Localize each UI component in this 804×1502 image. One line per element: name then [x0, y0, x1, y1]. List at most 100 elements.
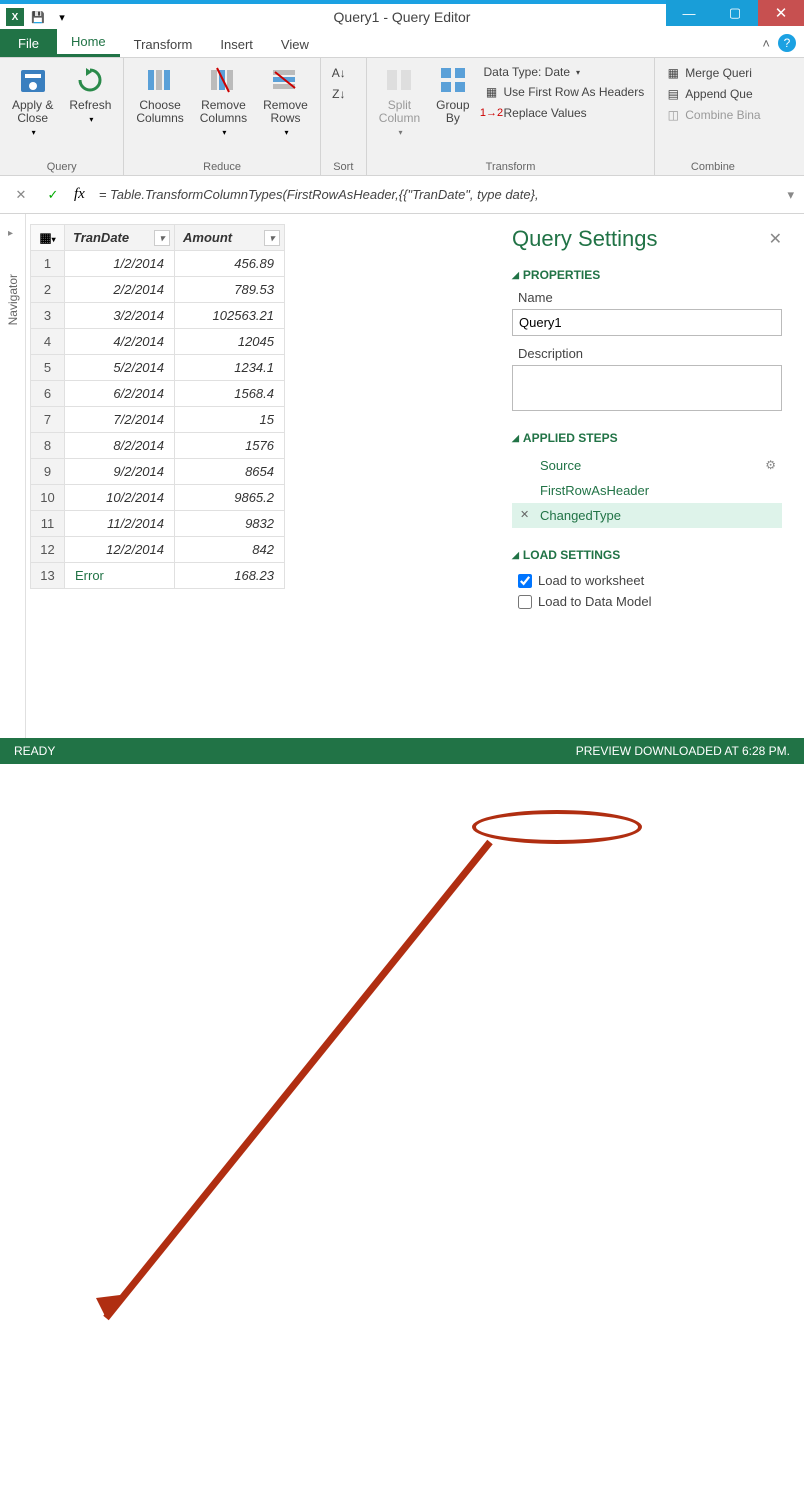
cell[interactable]: 168.23 — [175, 563, 285, 589]
formula-expand-icon[interactable]: ▾ — [787, 187, 794, 203]
merge-queries-button[interactable]: ▦Merge Queri — [663, 64, 762, 82]
table-row[interactable]: 1010/2/20149865.2 — [31, 485, 285, 511]
file-tab[interactable]: File — [0, 29, 57, 57]
cell[interactable]: 4/2/2014 — [65, 329, 175, 355]
row-number[interactable]: 10 — [31, 485, 65, 511]
gear-icon[interactable]: ⚙ — [765, 458, 776, 472]
properties-header[interactable]: ◢ PROPERTIES — [512, 268, 782, 282]
table-row[interactable]: 1212/2/2014842 — [31, 537, 285, 563]
view-tab[interactable]: View — [267, 32, 323, 57]
combine-binaries-button[interactable]: ◫Combine Bina — [663, 106, 762, 124]
cell[interactable]: 10/2/2014 — [65, 485, 175, 511]
sort-desc-button[interactable]: Z↓ — [329, 85, 349, 103]
row-number[interactable]: 1 — [31, 251, 65, 277]
load-worksheet-row[interactable]: Load to worksheet — [512, 570, 782, 591]
row-number[interactable]: 7 — [31, 407, 65, 433]
cell[interactable]: 15 — [175, 407, 285, 433]
table-row[interactable]: 99/2/20148654 — [31, 459, 285, 485]
formula-input[interactable] — [95, 183, 778, 206]
load-settings-header[interactable]: ◢ LOAD SETTINGS — [512, 548, 782, 562]
row-number[interactable]: 11 — [31, 511, 65, 537]
row-number[interactable]: 4 — [31, 329, 65, 355]
first-row-headers-button[interactable]: ▦ Use First Row As Headers — [482, 83, 647, 101]
table-row[interactable]: 77/2/201415 — [31, 407, 285, 433]
row-number[interactable]: 3 — [31, 303, 65, 329]
close-button[interactable]: ✕ — [758, 0, 804, 26]
insert-tab[interactable]: Insert — [206, 32, 267, 57]
cell[interactable]: 1576 — [175, 433, 285, 459]
table-row[interactable]: 13Error168.23 — [31, 563, 285, 589]
applied-steps-header[interactable]: ◢ APPLIED STEPS — [512, 431, 782, 445]
cell[interactable]: 8/2/2014 — [65, 433, 175, 459]
description-input[interactable] — [512, 365, 782, 411]
sort-asc-button[interactable]: A↓ — [329, 64, 349, 82]
transform-tab[interactable]: Transform — [120, 32, 207, 57]
cell[interactable]: 11/2/2014 — [65, 511, 175, 537]
cell[interactable]: 12/2/2014 — [65, 537, 175, 563]
cell[interactable]: 842 — [175, 537, 285, 563]
column-header-trandate[interactable]: TranDate▾ — [65, 225, 175, 251]
load-worksheet-checkbox[interactable] — [518, 574, 532, 588]
row-number[interactable]: 5 — [31, 355, 65, 381]
query-name-input[interactable] — [512, 309, 782, 336]
maximize-button[interactable]: ▢ — [712, 0, 758, 26]
data-type-dropdown[interactable]: Data Type: Date ▾ — [482, 64, 647, 80]
table-row[interactable]: 33/2/2014102563.21 — [31, 303, 285, 329]
split-column-button[interactable]: Split Column ▾ — [375, 62, 424, 159]
append-queries-button[interactable]: ▤Append Que — [663, 85, 762, 103]
table-row[interactable]: 1111/2/20149832 — [31, 511, 285, 537]
cell[interactable]: 1/2/2014 — [65, 251, 175, 277]
cell[interactable]: 9/2/2014 — [65, 459, 175, 485]
choose-columns-button[interactable]: Choose Columns — [132, 62, 187, 159]
home-tab[interactable]: Home — [57, 29, 120, 57]
cell[interactable]: Error — [65, 563, 175, 589]
row-number[interactable]: 6 — [31, 381, 65, 407]
remove-columns-button[interactable]: Remove Columns ▾ — [196, 62, 251, 159]
column-filter-icon[interactable]: ▾ — [264, 230, 280, 246]
cell[interactable]: 1234.1 — [175, 355, 285, 381]
table-row[interactable]: 88/2/20141576 — [31, 433, 285, 459]
table-row[interactable]: 55/2/20141234.1 — [31, 355, 285, 381]
load-datamodel-row[interactable]: Load to Data Model — [512, 591, 782, 612]
column-header-amount[interactable]: Amount▾ — [175, 225, 285, 251]
grid-corner[interactable]: ▦▾ — [31, 225, 65, 251]
delete-step-icon[interactable]: ✕ — [520, 508, 529, 521]
row-number[interactable]: 2 — [31, 277, 65, 303]
row-number[interactable]: 9 — [31, 459, 65, 485]
row-number[interactable]: 8 — [31, 433, 65, 459]
cell[interactable]: 789.53 — [175, 277, 285, 303]
column-filter-icon[interactable]: ▾ — [154, 230, 170, 246]
qat-dropdown-icon[interactable]: ▾ — [52, 8, 72, 26]
cancel-formula-button[interactable]: ✕ — [10, 184, 32, 206]
replace-values-button[interactable]: 1→2 Replace Values — [482, 104, 647, 122]
row-number[interactable]: 12 — [31, 537, 65, 563]
refresh-button[interactable]: Refresh ▾ — [65, 62, 115, 159]
cell[interactable]: 9865.2 — [175, 485, 285, 511]
row-number[interactable]: 13 — [31, 563, 65, 589]
cell[interactable]: 102563.21 — [175, 303, 285, 329]
cell[interactable]: 1568.4 — [175, 381, 285, 407]
fx-icon[interactable]: fx — [74, 186, 85, 203]
group-by-button[interactable]: Group By — [432, 62, 473, 159]
cell[interactable]: 3/2/2014 — [65, 303, 175, 329]
table-row[interactable]: 11/2/2014456.89 — [31, 251, 285, 277]
help-button[interactable]: ? — [778, 34, 796, 52]
cell[interactable]: 12045 — [175, 329, 285, 355]
remove-rows-button[interactable]: Remove Rows ▾ — [259, 62, 312, 159]
table-row[interactable]: 44/2/201412045 — [31, 329, 285, 355]
close-settings-button[interactable]: ✕ — [769, 229, 782, 249]
step-item[interactable]: ✕ChangedType — [512, 503, 782, 528]
load-datamodel-checkbox[interactable] — [518, 595, 532, 609]
table-row[interactable]: 66/2/20141568.4 — [31, 381, 285, 407]
cell[interactable]: 6/2/2014 — [65, 381, 175, 407]
navigator-pane[interactable]: ▸ Navigator — [0, 214, 26, 738]
accept-formula-button[interactable]: ✓ — [42, 184, 64, 206]
apply-close-button[interactable]: Apply & Close ▾ — [8, 62, 57, 159]
data-grid[interactable]: ▦▾TranDate▾Amount▾11/2/2014456.8922/2/20… — [30, 224, 285, 589]
cell[interactable]: 456.89 — [175, 251, 285, 277]
collapse-ribbon-icon[interactable]: ˄ — [762, 36, 770, 51]
step-item[interactable]: Source⚙ — [512, 453, 782, 478]
cell[interactable]: 8654 — [175, 459, 285, 485]
table-row[interactable]: 22/2/2014789.53 — [31, 277, 285, 303]
minimize-button[interactable]: — — [666, 0, 712, 26]
